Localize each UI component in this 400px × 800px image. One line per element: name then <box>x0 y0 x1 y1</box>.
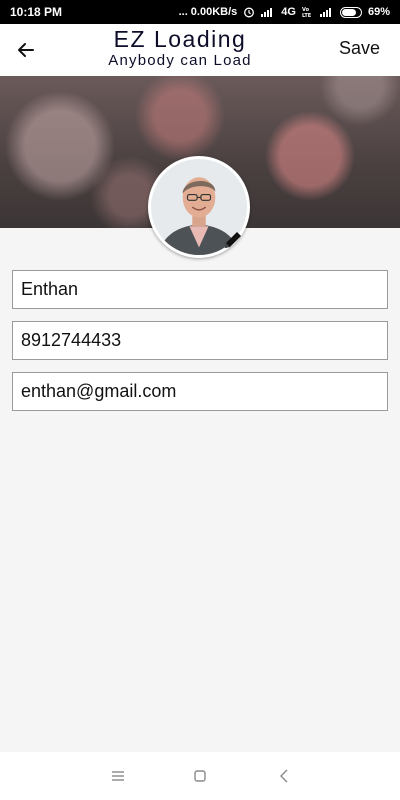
back-icon <box>280 769 288 783</box>
battery-level: 69% <box>367 6 390 18</box>
volte-icon: Vo LTE <box>302 6 314 18</box>
profile-form <box>12 270 388 423</box>
back-arrow-icon <box>18 43 34 57</box>
network-speed: ... 0.00KB/s <box>178 6 238 18</box>
battery-icon <box>339 6 362 18</box>
signal-icon-2 <box>319 7 334 17</box>
menu-icon <box>112 771 124 781</box>
nav-back-button[interactable] <box>272 764 296 788</box>
back-button[interactable] <box>10 34 42 66</box>
name-field[interactable] <box>12 270 388 309</box>
recent-apps-button[interactable] <box>106 764 130 788</box>
pencil-icon <box>225 232 241 248</box>
title-block: EZ Loading Anybody can Load <box>80 26 280 69</box>
email-field[interactable] <box>12 372 388 411</box>
navigation-bar <box>0 752 400 800</box>
app-title: EZ Loading <box>113 26 247 52</box>
home-button[interactable] <box>188 764 212 788</box>
alarm-icon <box>243 6 255 18</box>
home-icon <box>194 770 206 782</box>
status-right: ... 0.00KB/s 4G Vo LTE 69% <box>179 6 390 18</box>
save-button[interactable]: Save <box>339 38 380 59</box>
network-type: 4G <box>281 6 296 18</box>
edit-avatar-button[interactable] <box>222 229 244 251</box>
status-time: 10:18 PM <box>10 5 63 19</box>
status-bar: 10:18 PM ... 0.00KB/s 4G Vo LTE 69% <box>0 0 400 24</box>
app-bar: EZ Loading Anybody can Load Save <box>0 24 400 76</box>
svg-text:LTE: LTE <box>302 13 312 18</box>
phone-field[interactable] <box>12 321 388 360</box>
signal-icon <box>261 7 275 17</box>
app-subtitle: Anybody can Load <box>108 52 252 69</box>
